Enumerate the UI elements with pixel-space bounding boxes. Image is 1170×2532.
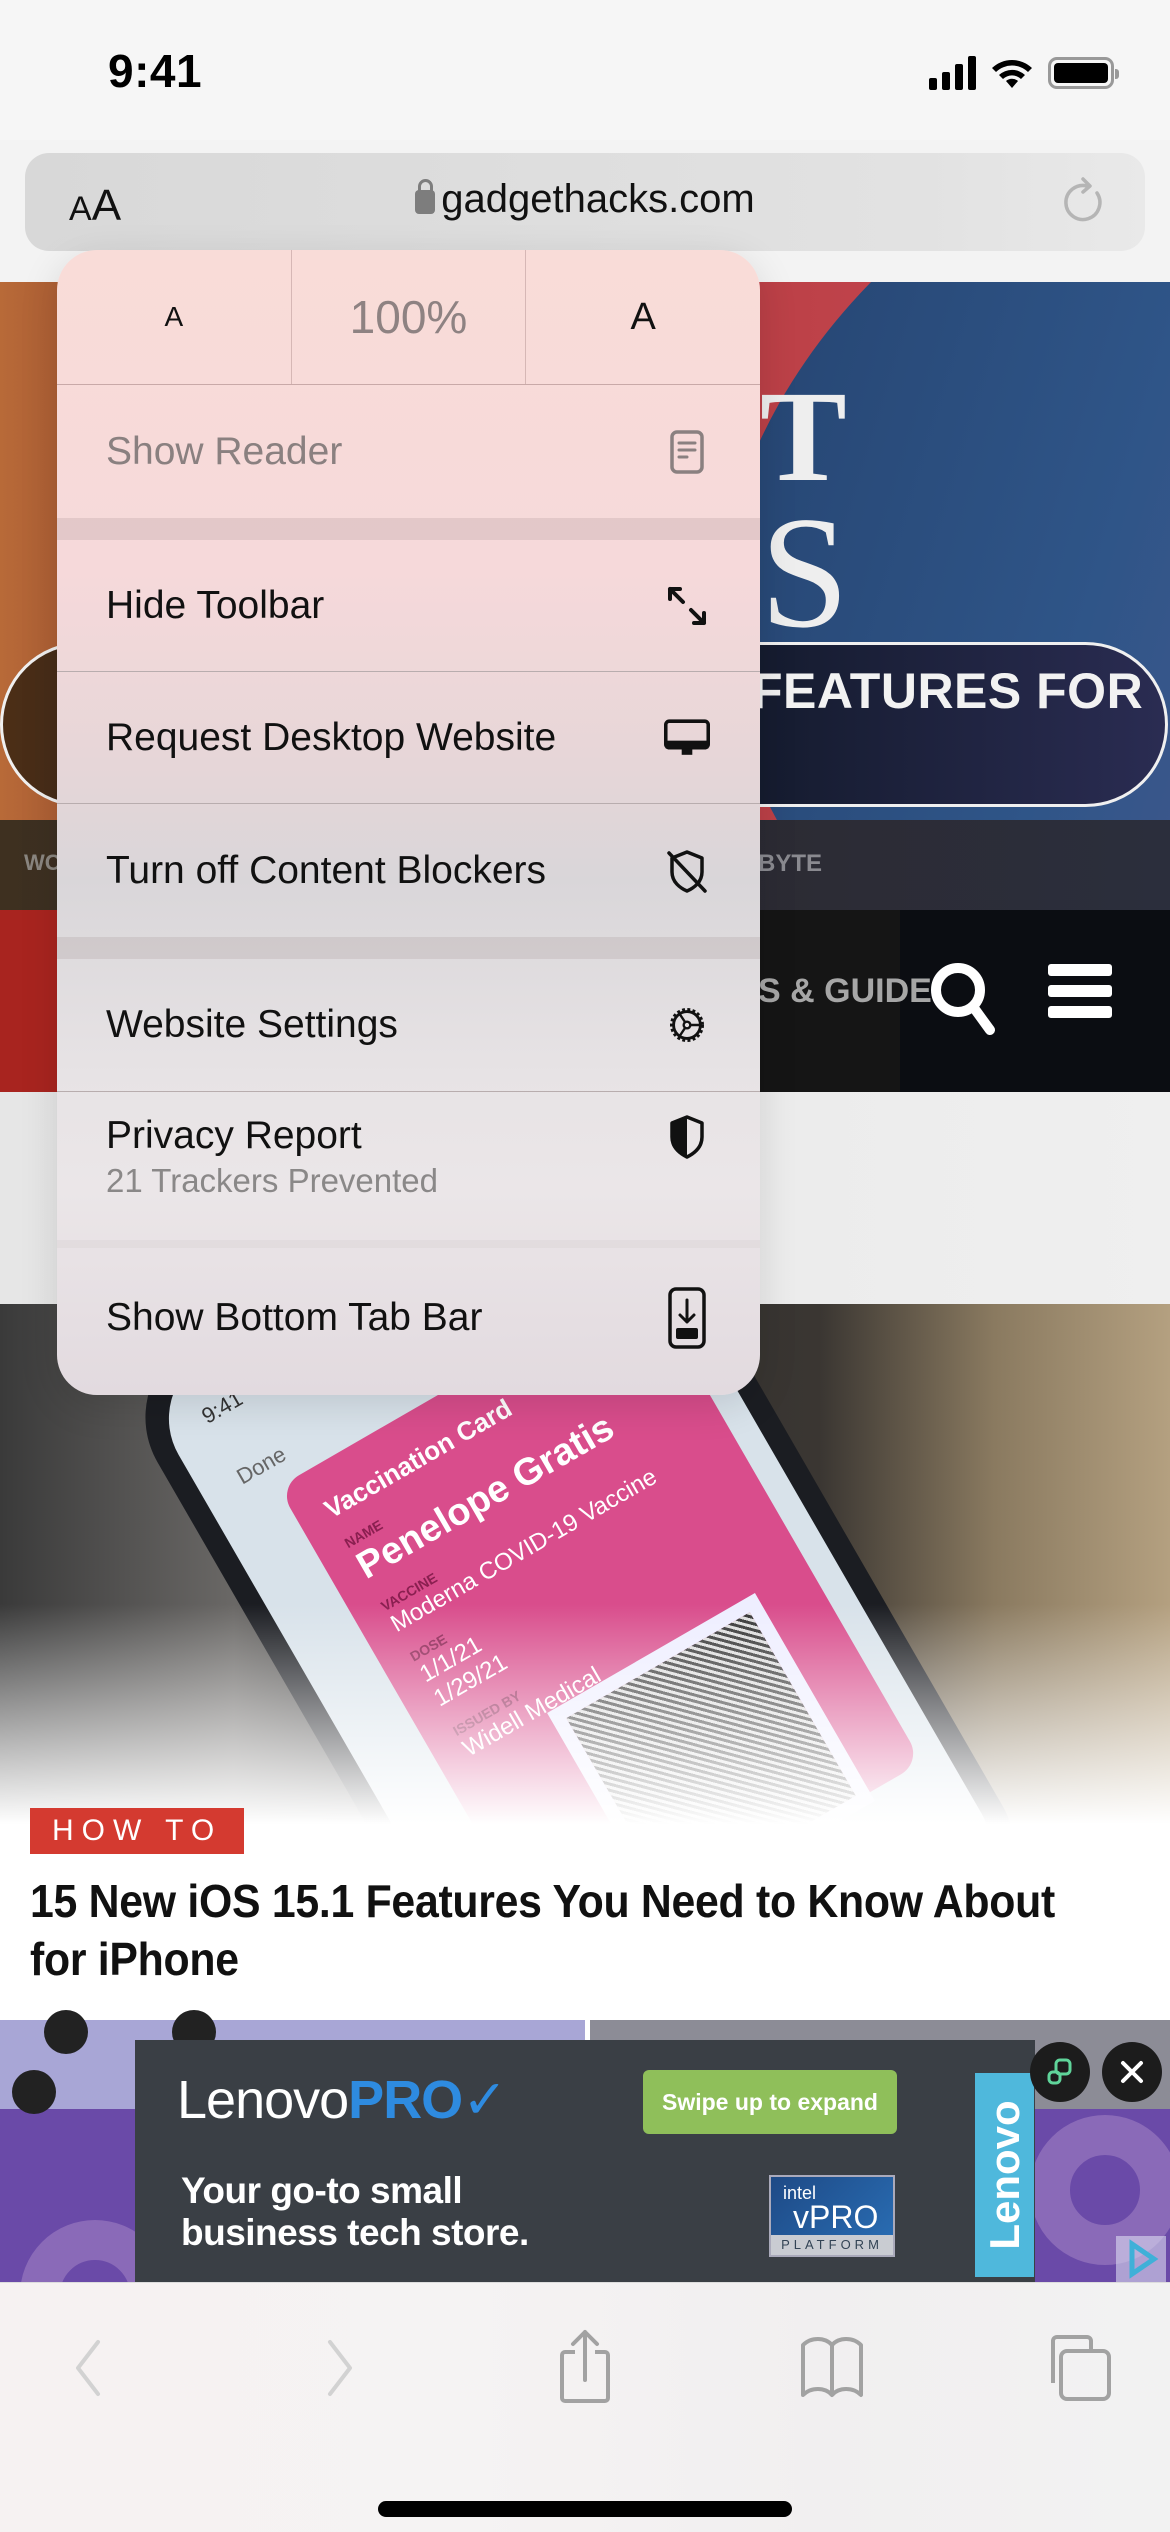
font-size-controls: A 100% A <box>57 250 760 385</box>
chevron-left-icon <box>76 2340 100 2396</box>
decrease-text-label: A <box>164 301 184 332</box>
menu-item-show-reader[interactable]: Show Reader <box>57 385 760 518</box>
lenovo-ad-banner[interactable]: LenovoPRO✓ Swipe up to expand Your go-to… <box>135 2040 1035 2282</box>
ad-choices-icon[interactable] <box>1116 2236 1166 2282</box>
gear-icon <box>664 1002 710 1048</box>
decrease-text-size-button[interactable]: A <box>57 250 292 384</box>
menu-item-label: Turn off Content Blockers <box>106 848 547 892</box>
category-badge[interactable]: HOW TO <box>30 1808 245 1854</box>
wifi-icon <box>992 60 1032 88</box>
link-icon <box>1047 2058 1072 2085</box>
hero-pill-text: FEATURES FOR <box>752 663 1144 719</box>
ad-tagline: Your go-to small business tech store. <box>181 2170 529 2253</box>
reset-zoom-button[interactable]: 100% <box>292 250 527 384</box>
menu-item-label: Website Settings <box>106 1003 398 1046</box>
menu-item-label: Show Bottom Tab Bar <box>106 1295 483 1339</box>
play-icon <box>1129 2239 1159 2279</box>
tabs-button[interactable] <box>1040 2323 1120 2413</box>
shield-half-icon <box>664 1114 710 1160</box>
bottom-toolbar <box>0 2282 1170 2532</box>
subnav-right-text[interactable]: BYTE <box>758 850 822 878</box>
hamburger-menu-icon[interactable] <box>1048 964 1112 1018</box>
intel-vpro-badge: intel vPRO PLATFORM <box>769 2175 895 2257</box>
hero-logo-letters: T S <box>760 365 849 661</box>
status-bar: 9:41 <box>0 0 1170 140</box>
menu-item-website-settings[interactable]: Website Settings <box>57 959 760 1092</box>
image-fade <box>0 1604 1170 1824</box>
status-icons <box>929 56 1119 90</box>
ad-close-button[interactable] <box>1102 2042 1162 2102</box>
url-display[interactable]: gadgethacks.com <box>25 177 1145 222</box>
resize-arrows-icon <box>664 583 710 629</box>
menu-item-label: Privacy Report <box>106 1114 362 1157</box>
ad-side-logo: Lenovo <box>975 2073 1034 2277</box>
search-icon[interactable] <box>928 958 998 1038</box>
increase-text-label: A <box>630 295 656 338</box>
menu-section-separator <box>57 937 760 959</box>
ad-swipe-button[interactable]: Swipe up to expand <box>643 2070 897 2134</box>
nav-guides-link[interactable]: S & GUIDE <box>758 972 932 1011</box>
share-icon <box>560 2330 610 2403</box>
privacy-report-text: Privacy Report 21 Trackers Prevented <box>106 1114 438 1200</box>
desktop-icon <box>664 715 710 761</box>
shield-slash-icon <box>664 848 710 894</box>
trackers-prevented-count: 21 Trackers Prevented <box>106 1162 438 1199</box>
reader-icon <box>664 429 710 475</box>
subnav-left-text[interactable]: WC <box>24 850 61 876</box>
menu-item-request-desktop[interactable]: Request Desktop Website <box>57 672 760 804</box>
menu-item-label: Show Reader <box>106 429 343 473</box>
status-time: 9:41 <box>108 45 203 97</box>
reload-icon[interactable] <box>1057 177 1107 227</box>
menu-item-show-bottom-tab-bar[interactable]: Show Bottom Tab Bar <box>57 1240 760 1395</box>
bookmarks-button[interactable] <box>792 2323 872 2413</box>
phone-done: Done <box>232 1441 291 1490</box>
nav-accent <box>0 910 60 1092</box>
menu-item-content-blockers[interactable]: Turn off Content Blockers <box>57 804 760 937</box>
menu-item-label: Hide Toolbar <box>106 583 325 627</box>
app-icon <box>12 2070 56 2114</box>
chevron-right-icon <box>328 2340 352 2396</box>
cellular-signal-icon <box>929 56 976 90</box>
app-icon <box>44 2010 88 2054</box>
battery-icon <box>1048 57 1119 89</box>
share-button[interactable] <box>545 2323 625 2413</box>
ad-logo: LenovoPRO✓ <box>177 2070 507 2130</box>
menu-item-hide-toolbar[interactable]: Hide Toolbar <box>57 540 760 672</box>
zoom-level: 100% <box>349 291 468 343</box>
ad-expand-button[interactable] <box>1030 2042 1090 2102</box>
address-bar[interactable]: AA gadgethacks.com <box>25 153 1145 251</box>
menu-section-separator <box>57 518 760 540</box>
url-domain: gadgethacks.com <box>441 177 755 221</box>
phone-bottom-bar-icon <box>664 1286 710 1350</box>
page-menu: A 100% A Show Reader Hide Toolbar Reques… <box>57 250 760 1395</box>
menu-item-label: Request Desktop Website <box>106 715 557 759</box>
back-button[interactable] <box>48 2323 128 2413</box>
lock-icon <box>415 179 436 214</box>
forward-button[interactable] <box>300 2323 380 2413</box>
book-icon <box>801 2337 863 2397</box>
tabs-icon <box>1051 2335 1111 2401</box>
menu-item-privacy-report[interactable]: Privacy Report 21 Trackers Prevented <box>57 1092 760 1240</box>
article-title[interactable]: 15 New iOS 15.1 Features You Need to Kno… <box>30 1872 1072 1988</box>
home-indicator[interactable] <box>378 2501 792 2517</box>
increase-text-size-button[interactable]: A <box>526 250 760 384</box>
close-icon <box>1121 2061 1143 2083</box>
